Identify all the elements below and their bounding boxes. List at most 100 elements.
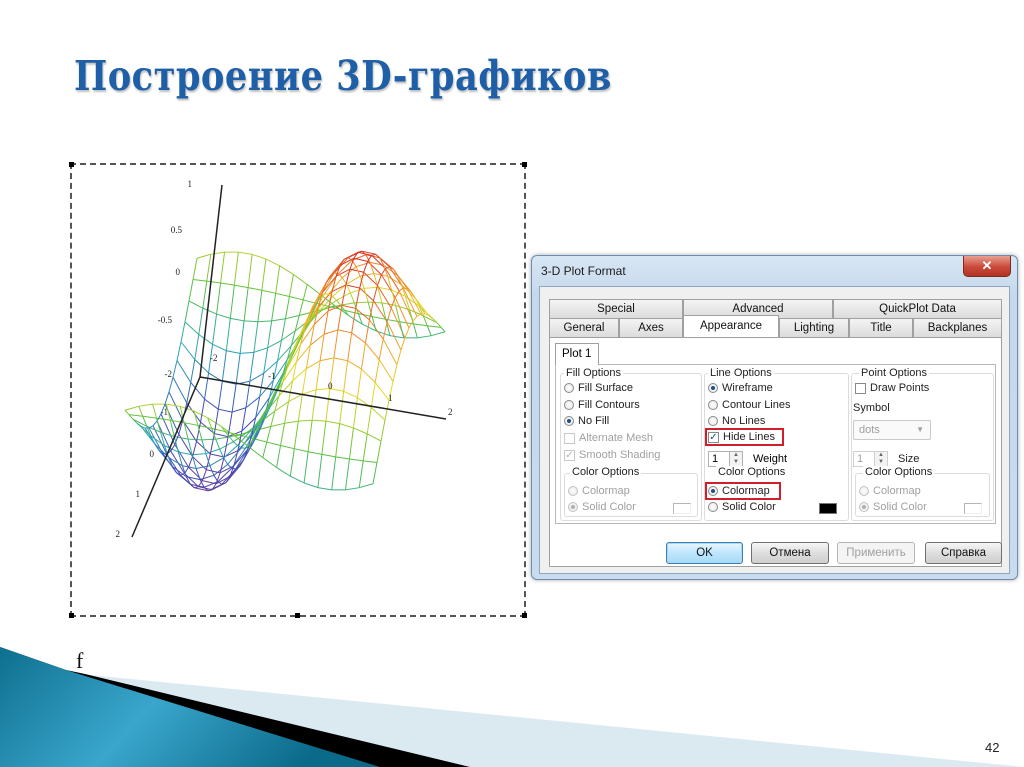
wireframe-segment [248, 287, 262, 291]
smooth-shading-checkbox[interactable]: ✓ Smooth Shading [564, 449, 660, 461]
help-button[interactable]: Справка [925, 542, 1002, 564]
cancel-button[interactable]: Отмена [751, 542, 829, 564]
slide-decoration [0, 647, 1024, 767]
fill-solid-color-radio[interactable]: Solid Color [568, 501, 636, 513]
wireframe-segment [166, 403, 181, 407]
weight-spinner[interactable]: 1 ▲ ▼ Weight [708, 451, 787, 467]
radio-selected-icon [708, 486, 718, 496]
wireframe-segment [382, 338, 398, 365]
fill-surface-radio[interactable]: Fill Surface [564, 382, 633, 394]
close-button[interactable]: ✕ [963, 256, 1011, 277]
radio-icon [564, 383, 574, 393]
tab-special[interactable]: Special [549, 299, 683, 318]
tab-lighting[interactable]: Lighting [779, 318, 849, 337]
wireframe-segment [240, 351, 254, 354]
tab-axes[interactable]: Axes [619, 318, 683, 337]
wireframe-segment [426, 325, 432, 336]
wireframe-segment [276, 445, 282, 468]
line-color-swatch[interactable] [819, 503, 837, 514]
wireframe-segment [303, 482, 319, 489]
hide-lines-checkbox[interactable]: ✓ Hide Lines [708, 431, 775, 443]
symbol-dropdown[interactable]: dots ▼ [853, 420, 931, 440]
wireframe-segment [335, 423, 341, 457]
z-tick-label: 0 [176, 267, 181, 277]
point-color-swatch[interactable] [964, 503, 982, 514]
z-tick-label: 1 [188, 179, 193, 189]
wireframe-segment [290, 475, 305, 484]
wireframe-segment [229, 285, 235, 319]
point-colormap-radio[interactable]: Colormap [859, 485, 921, 497]
wireframe-segment [192, 453, 206, 456]
wireframe-segment [307, 420, 313, 452]
wireframe-segment [357, 250, 363, 253]
tab-plot-1[interactable]: Plot 1 [555, 343, 599, 365]
y-tick-label: -1 [161, 407, 169, 417]
wireframe-segment [412, 315, 418, 322]
point-solid-color-radio[interactable]: Solid Color [859, 501, 927, 513]
tab-title[interactable]: Title [849, 318, 913, 337]
size-value[interactable]: 1 [853, 451, 875, 467]
wireframe-segment [349, 268, 364, 273]
wireframe-segment [253, 347, 268, 353]
wireframe-segment [249, 372, 264, 382]
wireframe-segment [124, 409, 130, 415]
wireframe-segment [352, 397, 358, 429]
apply-button[interactable]: Применить [837, 542, 915, 564]
wireframe-segment [351, 332, 366, 344]
tab-backplanes[interactable]: Backplanes [913, 318, 1002, 337]
line-solid-color-radio[interactable]: Solid Color [708, 501, 776, 513]
wireframe-segment [188, 438, 202, 441]
ok-button[interactable]: OK [666, 542, 743, 564]
weight-label: Weight [753, 453, 788, 465]
wireframe-segment [199, 474, 215, 481]
wireframe-segment [385, 319, 391, 336]
wireframe-segment [261, 258, 267, 291]
wireframe-segment [196, 253, 211, 259]
wireframe-segment [202, 307, 217, 315]
wireframe-segment [364, 319, 370, 343]
wireframe-segment [353, 427, 368, 435]
wireframe-radio[interactable]: Wireframe [708, 382, 773, 394]
wireframe-segment [404, 327, 410, 338]
page-number: 42 [985, 740, 1000, 755]
wireframe-segment [214, 433, 229, 438]
fill-color-swatch[interactable] [673, 503, 691, 514]
fill-colormap-radio[interactable]: Colormap [568, 485, 630, 497]
fill-contours-radio[interactable]: Fill Contours [564, 399, 640, 411]
wireframe-segment [339, 391, 345, 424]
wireframe-segment [280, 423, 286, 446]
tab-general[interactable]: General [549, 318, 619, 337]
wireframe-segment [349, 458, 364, 462]
plot-region[interactable]: 1 0.5 0 -0.5 -2 -2 -1 0 1 2 -1 0 1 2 [69, 162, 527, 618]
contour-lines-radio[interactable]: Contour Lines [708, 399, 791, 411]
tab-quickplot-data[interactable]: QuickPlot Data [833, 299, 1002, 318]
draw-points-checkbox[interactable]: Draw Points [855, 382, 929, 394]
weight-value[interactable]: 1 [708, 451, 730, 467]
spin-arrows-icon[interactable]: ▲ ▼ [875, 451, 888, 467]
wireframe-segment [243, 287, 249, 321]
no-lines-radio[interactable]: No Lines [708, 415, 765, 427]
wireframe-segment [363, 261, 369, 273]
wireframe-segment [335, 456, 350, 460]
wireframe-segment [333, 357, 348, 362]
wireframe-segment [184, 321, 200, 335]
radio-selected-icon [708, 383, 718, 393]
x-tick-label: -2 [210, 353, 218, 363]
wireframe-segment [156, 417, 162, 433]
wireframe-segment [306, 360, 321, 370]
wireframe-segment [374, 359, 380, 383]
wireframe-segment [341, 304, 356, 309]
tab-appearance[interactable]: Appearance [683, 315, 779, 337]
size-spinner[interactable]: 1 ▲ ▼ Size [853, 451, 919, 467]
line-colormap-radio[interactable]: Colormap [708, 485, 770, 497]
wireframe-segment [346, 275, 361, 285]
wireframe-segment [229, 436, 234, 443]
spin-arrows-icon[interactable]: ▲ ▼ [730, 451, 743, 467]
no-fill-radio[interactable]: No Fill [564, 415, 609, 427]
radio-icon [708, 502, 718, 512]
alternate-mesh-checkbox[interactable]: Alternate Mesh [564, 432, 653, 444]
wireframe-segment [378, 359, 394, 382]
surface-plot: 1 0.5 0 -0.5 -2 -2 -1 0 1 2 -1 0 1 2 [116, 179, 453, 539]
wireframe-segment [190, 382, 205, 400]
wireframe-segment [289, 296, 304, 301]
